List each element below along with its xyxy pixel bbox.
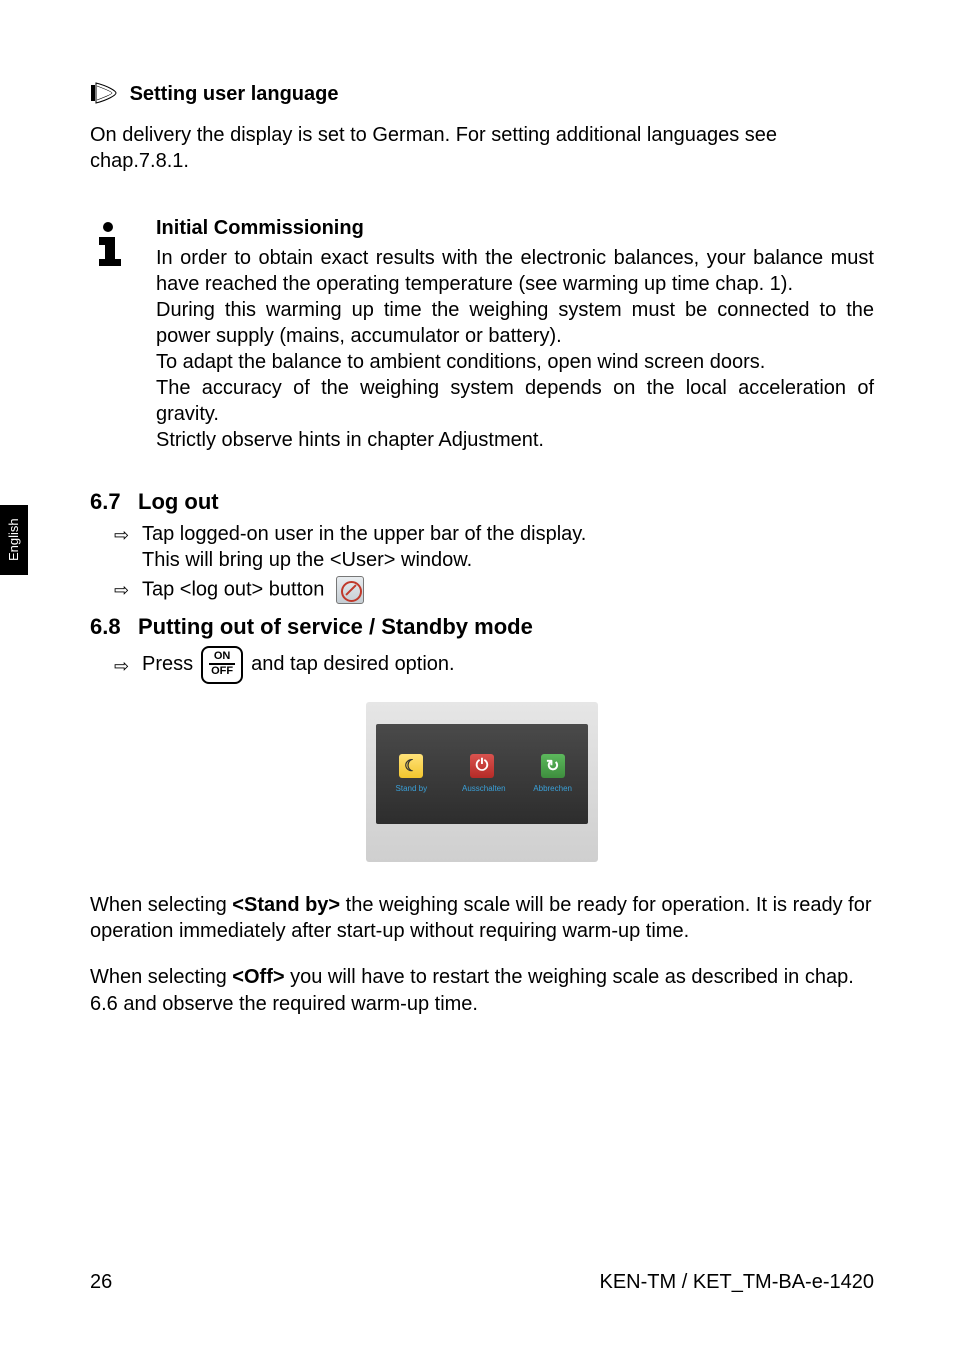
standby-paragraph: When selecting <Stand by> the weighing s…	[90, 892, 874, 945]
section-6-8-num: 6.8	[90, 614, 138, 640]
s67-b1b: This will bring up the <User> window.	[142, 549, 472, 571]
standby-option: ☾ Stand by	[391, 754, 431, 793]
bullet-arrow-icon: ⇨	[114, 653, 142, 677]
page-number: 26	[90, 1271, 112, 1294]
language-tab: English	[0, 505, 28, 575]
s68-press-pre: Press	[142, 653, 193, 676]
para1-pre: When selecting	[90, 894, 232, 916]
cancel-icon: ↻	[541, 754, 565, 778]
standby-label: Stand by	[391, 784, 431, 793]
info-p1: In order to obtain exact results with th…	[156, 245, 874, 297]
bullet-arrow-icon: ⇨	[114, 576, 142, 603]
info-title: Initial Commissioning	[156, 215, 874, 241]
off-label-btn: Ausschalten	[462, 784, 502, 793]
section-6-8-heading: 6.8Putting out of service / Standby mode	[90, 614, 874, 640]
off-paragraph: When selecting <Off> you will have to re…	[90, 964, 874, 1017]
doc-id: KEN-TM / KET_TM-BA-e-1420	[599, 1271, 874, 1294]
info-p2: During this warming up time the weighing…	[156, 297, 874, 349]
power-icon: ⏻	[470, 754, 494, 778]
cancel-option: ↻ Abbrechen	[533, 754, 573, 793]
s67-b2: Tap <log out> button	[142, 578, 324, 600]
off-label: OFF	[211, 665, 233, 677]
setting-language-heading: Setting user language	[90, 80, 874, 108]
section-6-7-title: Log out	[138, 489, 219, 514]
info-p3: To adapt the balance to ambient conditio…	[156, 349, 874, 375]
standby-icon: ☾	[399, 754, 423, 778]
s67-b1a: Tap logged-on user in the upper bar of t…	[142, 523, 586, 545]
para1-bold: <Stand by>	[232, 894, 340, 916]
setting-language-title: Setting user language	[130, 83, 339, 105]
para2-pre: When selecting	[90, 966, 232, 988]
info-icon	[90, 221, 126, 267]
standby-dialog-screenshot: ☾ Stand by ⏻ Ausschalten ↻ Abbrechen	[366, 702, 598, 862]
section-6-7-heading: 6.7Log out	[90, 489, 874, 515]
on-label: ON	[214, 650, 231, 662]
info-p5: Strictly observe hints in chapter Adjust…	[156, 427, 874, 453]
bullet-arrow-icon: ⇨	[114, 521, 142, 548]
pointer-icon	[90, 82, 118, 104]
cancel-label: Abbrechen	[533, 784, 573, 793]
section-6-7-num: 6.7	[90, 489, 138, 515]
logout-button-icon	[336, 576, 364, 604]
off-option: ⏻ Ausschalten	[462, 754, 502, 793]
section-6-8-title: Putting out of service / Standby mode	[138, 614, 533, 639]
s68-press-post: and tap desired option.	[251, 653, 455, 676]
info-block: Initial Commissioning In order to obtain…	[90, 215, 874, 453]
para2-bold: <Off>	[232, 966, 284, 988]
on-off-button-icon: ON OFF	[201, 646, 243, 684]
info-p4: The accuracy of the weighing system depe…	[156, 375, 874, 427]
setting-language-body: On delivery the display is set to German…	[90, 122, 874, 175]
